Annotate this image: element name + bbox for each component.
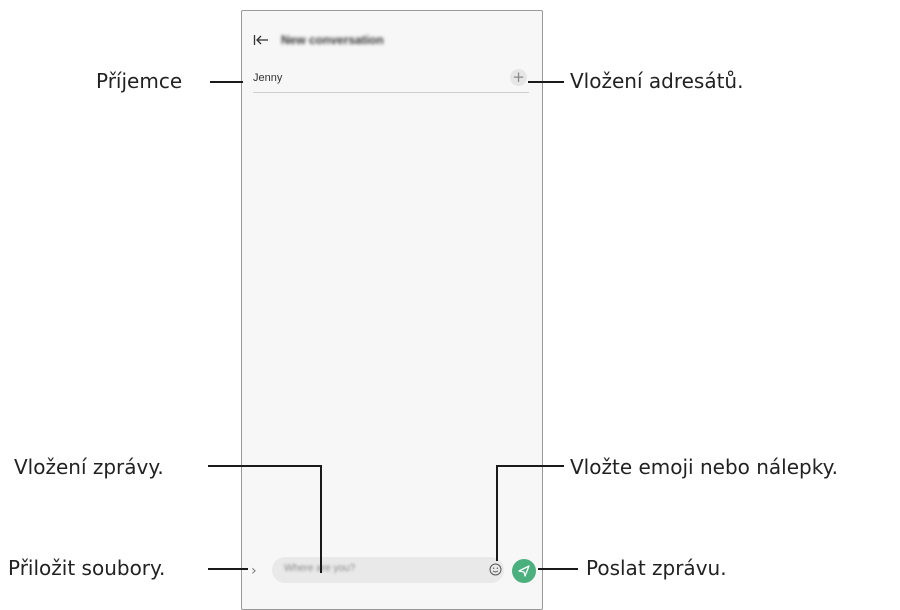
send-icon xyxy=(518,565,530,577)
add-recipient-button[interactable]: + xyxy=(510,69,527,86)
leader-enter-message-v xyxy=(320,465,322,573)
label-add-recipients: Vložení adresátů. xyxy=(570,69,744,93)
message-input[interactable]: Where are you? xyxy=(272,557,504,583)
recipient-divider xyxy=(253,92,529,93)
leader-attach xyxy=(208,568,248,570)
leader-emoji-h xyxy=(496,465,564,467)
leader-enter-message-h xyxy=(208,465,322,467)
leader-recipient xyxy=(210,81,243,83)
leader-add-recipients xyxy=(528,81,564,83)
leader-emoji-v xyxy=(496,465,498,561)
emoji-icon[interactable] xyxy=(489,563,502,576)
send-button[interactable] xyxy=(512,559,536,583)
label-send: Poslat zprávu. xyxy=(586,556,727,580)
label-recipient: Příjemce xyxy=(96,69,183,93)
recipient-field[interactable]: Jenny xyxy=(253,72,282,84)
conversation-title: New conversation xyxy=(281,33,384,47)
label-enter-message: Vložení zprávy. xyxy=(14,455,164,479)
add-icon: + xyxy=(512,68,525,86)
back-icon[interactable] xyxy=(253,33,269,47)
leader-send xyxy=(538,568,578,570)
label-emoji: Vložte emoji nebo nálepky. xyxy=(570,455,838,479)
attach-icon[interactable]: › xyxy=(251,563,257,579)
label-attach: Přiložit soubory. xyxy=(8,556,166,580)
